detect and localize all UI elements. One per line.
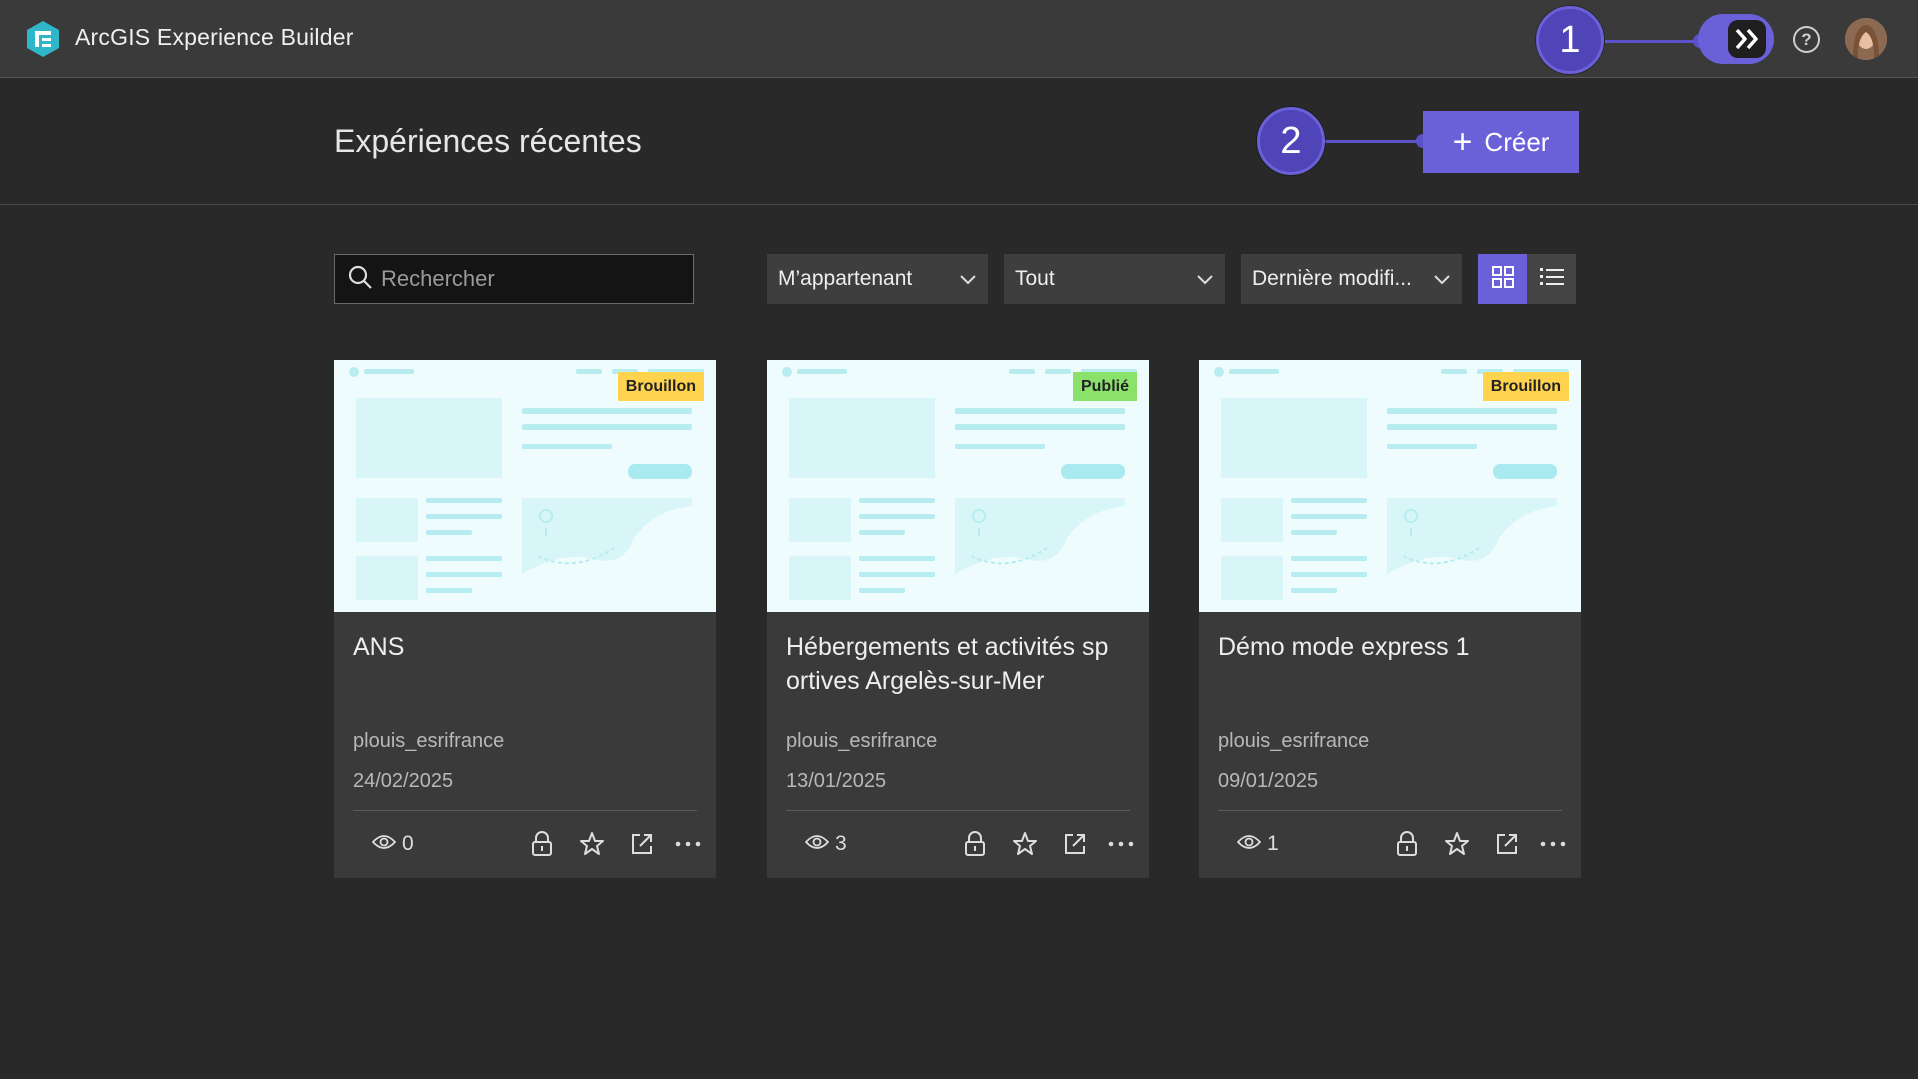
star-icon[interactable]	[1443, 830, 1471, 858]
app-title: ArcGIS Experience Builder	[75, 24, 354, 50]
eye-icon	[804, 832, 830, 856]
card-footer: 0	[334, 826, 716, 866]
card-title[interactable]: ANS	[353, 630, 703, 664]
eye-icon	[1236, 832, 1262, 856]
status-filter-value: Tout	[1015, 267, 1055, 290]
card-footer: 3	[767, 826, 1149, 866]
eye-icon	[371, 832, 397, 856]
card-date: 24/02/2025	[353, 770, 454, 792]
list-icon	[1539, 266, 1564, 293]
star-icon[interactable]	[1011, 830, 1039, 858]
list-view-button[interactable]	[1527, 254, 1576, 304]
callout-2-connector	[1322, 140, 1428, 143]
search-box[interactable]	[334, 254, 694, 304]
page-title: Expériences récentes	[334, 123, 642, 159]
card-owner: plouis_esrifrance	[786, 730, 938, 752]
experience-thumbnail: Publié	[767, 360, 1149, 612]
owner-filter-select[interactable]: M’appartenant	[767, 254, 988, 304]
grid-view-button[interactable]	[1478, 254, 1527, 304]
view-count: 3	[804, 832, 847, 856]
open-external-icon[interactable]	[1493, 830, 1521, 858]
plus-icon: +	[1452, 123, 1473, 161]
view-count-value: 3	[835, 832, 847, 855]
lock-icon[interactable]	[528, 830, 556, 858]
sort-value: Dernière modifi...	[1252, 267, 1412, 290]
user-avatar[interactable]	[1845, 18, 1887, 60]
search-icon	[347, 264, 373, 295]
status-filter-select[interactable]: Tout	[1004, 254, 1225, 304]
page-header: Expériences récentes 2 + Créer	[0, 79, 1918, 205]
create-button-label: Créer	[1484, 126, 1550, 157]
card-owner: plouis_esrifrance	[353, 730, 505, 752]
experience-builder-logo-icon	[24, 20, 62, 58]
status-badge: Publié	[1072, 372, 1137, 401]
card-divider	[353, 810, 697, 811]
card-divider	[1218, 810, 1562, 811]
express-mode-toggle[interactable]	[1698, 14, 1774, 64]
owner-filter-value: M’appartenant	[778, 267, 913, 290]
card-title[interactable]: Hébergements et activités sp ortives Arg…	[786, 630, 1136, 698]
experience-card[interactable]: Brouillon Démo mode express 1 plouis_esr…	[1199, 360, 1581, 878]
card-owner: plouis_esrifrance	[1218, 730, 1370, 752]
view-count: 0	[371, 832, 414, 856]
card-title[interactable]: Démo mode express 1	[1218, 630, 1568, 664]
view-count: 1	[1236, 832, 1279, 856]
view-count-value: 1	[1267, 832, 1279, 855]
search-input[interactable]	[381, 266, 671, 292]
help-icon[interactable]: ?	[1793, 26, 1820, 53]
sort-select[interactable]: Dernière modifi...	[1241, 254, 1462, 304]
lock-icon[interactable]	[1393, 830, 1421, 858]
star-icon[interactable]	[578, 830, 606, 858]
callout-badge-1: 1	[1536, 6, 1604, 74]
grid-icon	[1491, 265, 1514, 293]
lock-icon[interactable]	[961, 830, 989, 858]
more-options-icon[interactable]	[674, 830, 702, 858]
callout-badge-2: 2	[1257, 107, 1325, 175]
chevron-down-icon	[1197, 267, 1213, 291]
more-options-icon[interactable]	[1539, 830, 1567, 858]
experience-card[interactable]: Brouillon ANS plouis_esrifrance 24/02/20…	[334, 360, 716, 878]
experience-thumbnail: Brouillon	[1199, 360, 1581, 612]
more-options-icon[interactable]	[1107, 830, 1135, 858]
card-divider	[786, 810, 1130, 811]
view-count-value: 0	[402, 832, 414, 855]
callout-1-connector	[1605, 40, 1703, 43]
open-external-icon[interactable]	[628, 830, 656, 858]
top-header: ArcGIS Experience Builder 1 ?	[0, 0, 1918, 78]
experience-thumbnail: Brouillon	[334, 360, 716, 612]
experience-card[interactable]: Publié Hébergements et activités sp orti…	[767, 360, 1149, 878]
express-mode-icon	[1728, 20, 1766, 58]
chevron-down-icon	[1434, 267, 1450, 291]
status-badge: Brouillon	[617, 372, 704, 401]
chevron-down-icon	[960, 267, 976, 291]
create-button[interactable]: + Créer	[1423, 111, 1579, 173]
card-date: 13/01/2025	[786, 770, 887, 792]
open-external-icon[interactable]	[1061, 830, 1089, 858]
card-footer: 1	[1199, 826, 1581, 866]
card-date: 09/01/2025	[1218, 770, 1319, 792]
status-badge: Brouillon	[1482, 372, 1569, 401]
